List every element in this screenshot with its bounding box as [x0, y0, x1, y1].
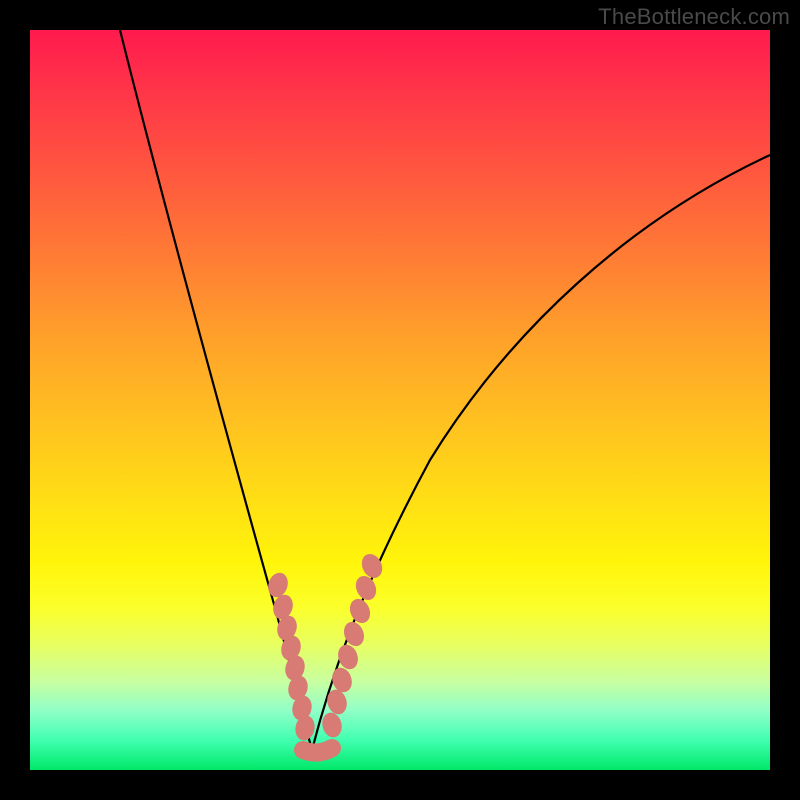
curve-right-arm: [312, 155, 770, 750]
watermark-text: TheBottleneck.com: [598, 4, 790, 30]
chart-frame: TheBottleneck.com: [0, 0, 800, 800]
plot-area: [30, 30, 770, 770]
bead-right: [347, 596, 373, 625]
curve-left-arm: [120, 30, 312, 750]
curve-layer: [30, 30, 770, 770]
bead-right: [330, 666, 355, 694]
beads-right-group: [320, 551, 385, 739]
bead-right: [320, 711, 343, 739]
beads-left-group: [266, 571, 317, 742]
bead-right: [335, 643, 360, 672]
bead-left: [266, 571, 291, 599]
bead-valley-strip: [303, 748, 332, 753]
